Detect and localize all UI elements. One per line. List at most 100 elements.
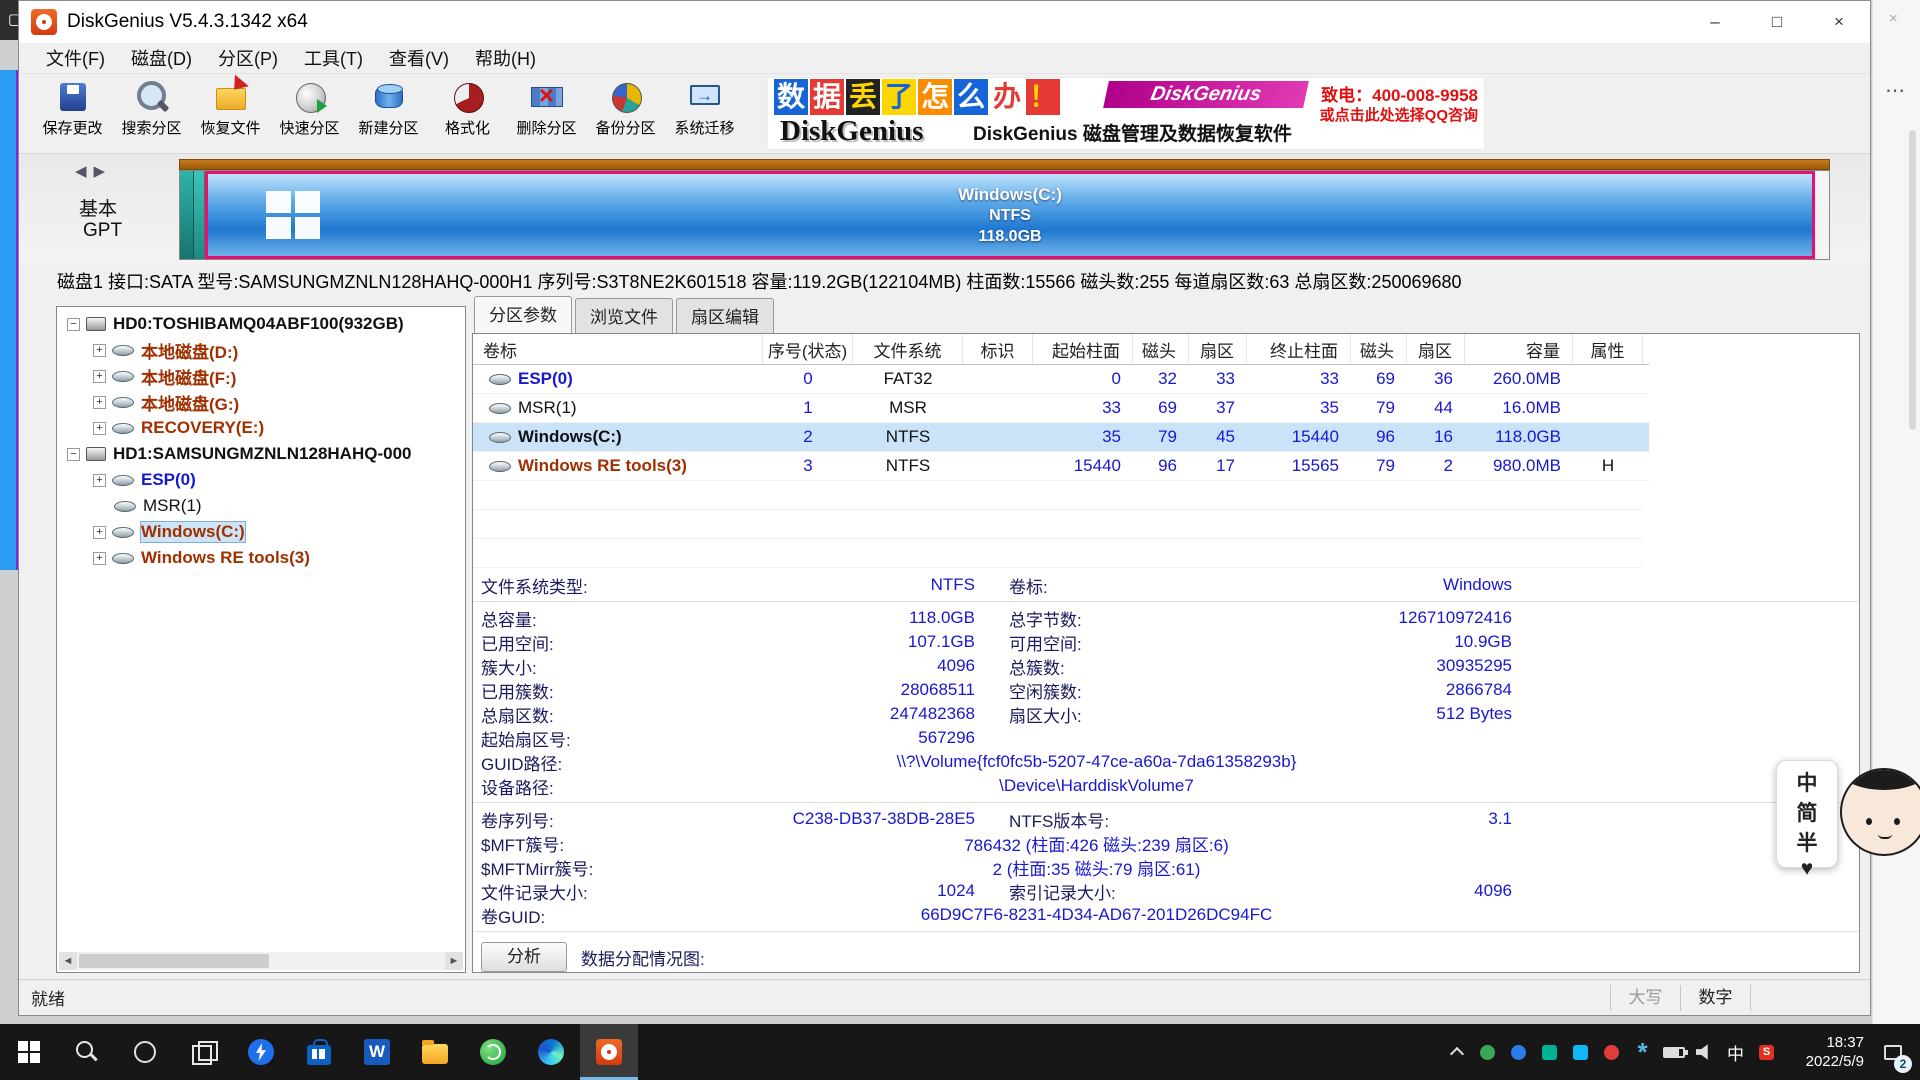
tree-expander-icon[interactable]: + bbox=[93, 474, 106, 487]
ime-heart-icon[interactable]: ♥ bbox=[1801, 857, 1813, 881]
system-tray: * 中S 18:37 2022/5/9 2 bbox=[1441, 1024, 1920, 1080]
toolbar-button-backup-partition[interactable]: 备份分区 bbox=[586, 74, 665, 153]
task-view-button[interactable] bbox=[174, 1024, 232, 1080]
minimize-button[interactable]: – bbox=[1684, 1, 1746, 43]
tree-expander-icon[interactable]: + bbox=[93, 422, 106, 435]
tray-teal-app-icon[interactable] bbox=[1534, 1024, 1565, 1080]
tab-扇区编辑[interactable]: 扇区编辑 bbox=[676, 298, 774, 333]
volume-icon bbox=[489, 432, 511, 443]
table-row[interactable]: Windows RE tools(3)3NTFS1544096171556579… bbox=[473, 452, 1649, 481]
menu-item[interactable]: 工具(T) bbox=[291, 42, 376, 74]
app-edge[interactable] bbox=[522, 1024, 580, 1080]
detail-value: Windows bbox=[1214, 575, 1512, 595]
toolbar-button-quick-partition[interactable]: 快速分区 bbox=[270, 74, 349, 153]
esp-partition-block[interactable] bbox=[180, 171, 194, 259]
menu-item[interactable]: 文件(F) bbox=[33, 42, 118, 74]
banner-ad[interactable]: 数据丢了怎么办！ DiskGenius DiskGenius 致电：400-00… bbox=[767, 77, 1485, 150]
table-row[interactable]: ESP(0)0FAT3203233336936260.0MB bbox=[473, 365, 1649, 394]
toolbar-button-save[interactable]: 保存更改 bbox=[33, 74, 112, 153]
sogou-icon[interactable]: S bbox=[1751, 1024, 1782, 1080]
tab-分区参数[interactable]: 分区参数 bbox=[474, 296, 572, 333]
tree-item[interactable]: +本地磁盘(G:) bbox=[59, 389, 463, 415]
tree-expander-icon[interactable]: + bbox=[93, 396, 106, 409]
tree-expander-icon[interactable]: + bbox=[93, 526, 106, 539]
tree-item[interactable]: +Windows(C:) bbox=[59, 519, 463, 545]
tree-horizontal-scrollbar[interactable]: ◄ ► bbox=[59, 952, 463, 970]
tree-expander-icon[interactable]: − bbox=[67, 318, 80, 331]
toolbar-button-label: 快速分区 bbox=[270, 117, 349, 138]
tree-item[interactable]: +本地磁盘(D:) bbox=[59, 337, 463, 363]
ime-simplified-indicator[interactable]: 简 bbox=[1797, 797, 1818, 827]
banner-subtitle: DiskGenius 磁盘管理及数据恢复软件 bbox=[973, 119, 1292, 146]
ime-status-box[interactable]: 中 简 半 ♥ bbox=[1776, 760, 1838, 868]
scrollbar-thumb[interactable] bbox=[79, 954, 269, 968]
battery-icon[interactable] bbox=[1658, 1024, 1689, 1080]
toolbar-button-delete-partition[interactable]: 删除分区 bbox=[507, 74, 586, 153]
maximize-button[interactable]: □ bbox=[1746, 1, 1808, 43]
tree-item[interactable]: −HD0:TOSHIBAMQ04ABF100(932GB) bbox=[59, 311, 463, 337]
scroll-left-icon[interactable]: ◄ bbox=[59, 952, 77, 970]
tree-item[interactable]: +Windows RE tools(3) bbox=[59, 545, 463, 571]
ime-chinese-indicator[interactable]: 中 bbox=[1797, 767, 1818, 797]
tray-blue-circle-icon[interactable] bbox=[1503, 1024, 1534, 1080]
tree-expander-icon[interactable]: + bbox=[93, 370, 106, 383]
search-button[interactable] bbox=[58, 1024, 116, 1080]
toolbar-button-system-migrate[interactable]: 系统迁移 bbox=[665, 74, 744, 153]
tree-item[interactable]: +ESP(0) bbox=[59, 467, 463, 493]
ime-assistant-avatar[interactable] bbox=[1840, 768, 1920, 856]
prev-disk-icon[interactable]: ◀ bbox=[75, 163, 94, 180]
clock[interactable]: 18:37 2022/5/9 bbox=[1782, 1033, 1870, 1071]
tree-item[interactable]: −HD1:SAMSUNGMZNLN128HAHQ-000 bbox=[59, 441, 463, 467]
menu-item[interactable]: 分区(P) bbox=[205, 42, 291, 74]
ime-widget[interactable]: 中 简 半 ♥ bbox=[1776, 760, 1920, 868]
app-file-explorer[interactable] bbox=[406, 1024, 464, 1080]
menu-bar: 文件(F)磁盘(D)分区(P)工具(T)查看(V)帮助(H) bbox=[19, 43, 1870, 74]
app-browser-green[interactable] bbox=[464, 1024, 522, 1080]
msr-partition-block[interactable] bbox=[194, 171, 205, 259]
table-row[interactable]: MSR(1)1MSR33693735794416.0MB bbox=[473, 394, 1649, 423]
toolbar-button-format[interactable]: 格式化 bbox=[428, 74, 507, 153]
app-store[interactable] bbox=[290, 1024, 348, 1080]
ime-language-indicator[interactable]: 中 bbox=[1720, 1024, 1751, 1080]
toolbar-button-recover[interactable]: 恢复文件 bbox=[191, 74, 270, 153]
avatar-eye-left bbox=[1866, 818, 1872, 825]
column-header: 属性 bbox=[1573, 334, 1643, 364]
tray-qq-icon[interactable] bbox=[1565, 1024, 1596, 1080]
app-word[interactable]: W bbox=[348, 1024, 406, 1080]
re-tools-partition-block[interactable] bbox=[1815, 171, 1829, 259]
tray-snowflake-icon[interactable]: * bbox=[1627, 1024, 1658, 1080]
volume-icon[interactable] bbox=[1689, 1024, 1720, 1080]
tree-item[interactable]: MSR(1) bbox=[59, 493, 463, 519]
close-button[interactable]: × bbox=[1808, 1, 1870, 43]
tray-red-app-icon[interactable] bbox=[1596, 1024, 1627, 1080]
toolbar-button-new-partition[interactable]: 新建分区 bbox=[349, 74, 428, 153]
disk-nav-arrows[interactable]: ◀▶ bbox=[75, 162, 112, 180]
tab-浏览文件[interactable]: 浏览文件 bbox=[575, 298, 673, 333]
action-center-button[interactable]: 2 bbox=[1870, 1045, 1916, 1060]
menu-item[interactable]: 帮助(H) bbox=[462, 42, 549, 74]
tree-expander-icon[interactable]: + bbox=[93, 552, 106, 565]
cortana-button[interactable] bbox=[116, 1024, 174, 1080]
ime-halfwidth-indicator[interactable]: 半 bbox=[1797, 827, 1818, 857]
app-diskgenius[interactable] bbox=[580, 1024, 638, 1080]
volume-icon bbox=[112, 371, 134, 382]
scroll-right-icon[interactable]: ► bbox=[445, 952, 463, 970]
start-button[interactable] bbox=[0, 1024, 58, 1080]
app-lightning[interactable] bbox=[232, 1024, 290, 1080]
tray-green-app-icon[interactable] bbox=[1472, 1024, 1503, 1080]
detail-label: 总字节数: bbox=[1009, 606, 1214, 631]
next-disk-icon[interactable]: ▶ bbox=[94, 163, 113, 180]
tree-item[interactable]: +RECOVERY(E:) bbox=[59, 415, 463, 441]
banner-qq-link[interactable]: 或点击此处选择QQ咨询 bbox=[1320, 104, 1478, 125]
windows-c-partition-block[interactable]: Windows(C:) NTFS 118.0GB bbox=[205, 171, 1815, 259]
toolbar-button-search[interactable]: 搜索分区 bbox=[112, 74, 191, 153]
menu-item[interactable]: 磁盘(D) bbox=[118, 42, 205, 74]
tree-item[interactable]: +本地磁盘(F:) bbox=[59, 363, 463, 389]
tree-expander-icon[interactable]: + bbox=[93, 344, 106, 357]
table-row[interactable]: Windows(C:)2NTFS357945154409616118.0GB bbox=[473, 423, 1649, 452]
tray-expand-icon[interactable] bbox=[1441, 1024, 1472, 1080]
tree-expander-icon[interactable]: − bbox=[67, 448, 80, 461]
column-header: 序号(状态) bbox=[763, 334, 853, 364]
analyze-button[interactable]: 分析 bbox=[481, 942, 567, 972]
menu-item[interactable]: 查看(V) bbox=[376, 42, 462, 74]
